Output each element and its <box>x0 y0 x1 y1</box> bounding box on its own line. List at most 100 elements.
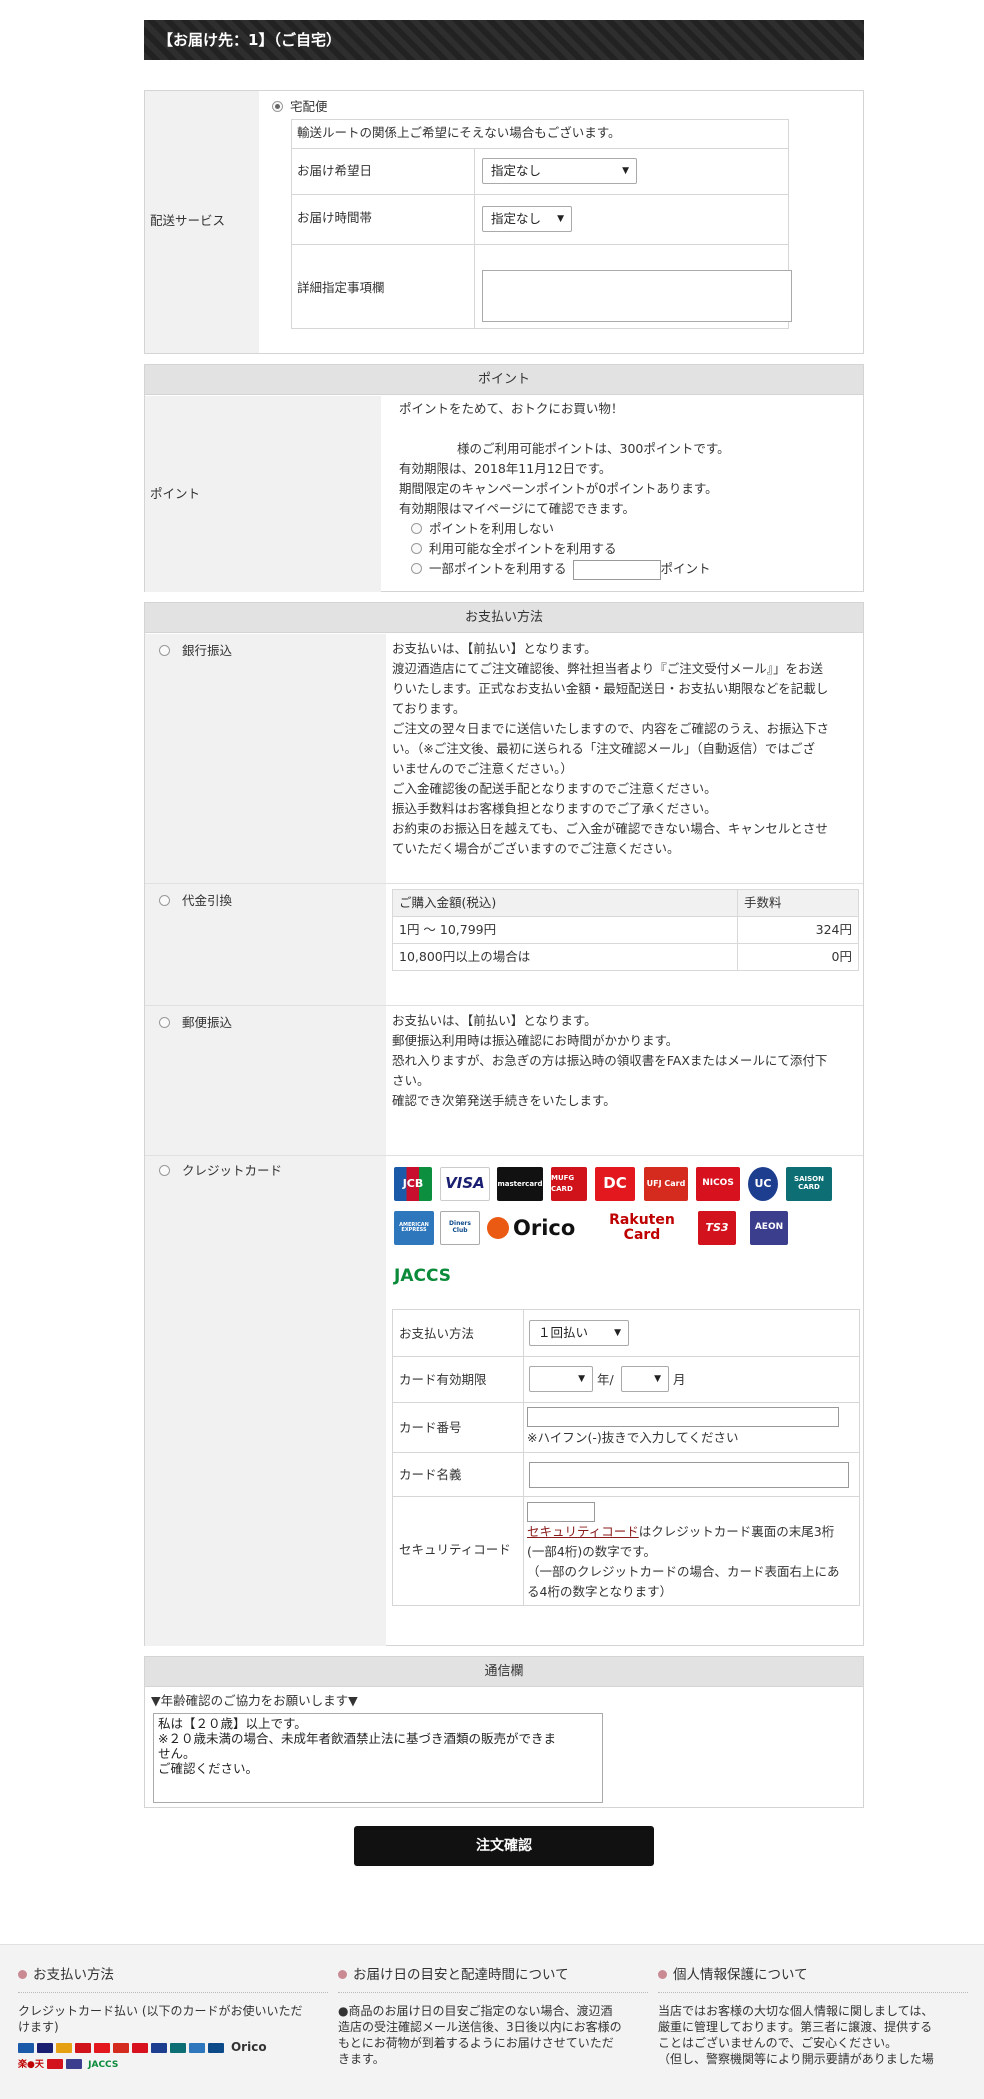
footer-delivery: お届け日の目安と配達時間について ●商品のお届け日の目安ご指定のない場合、渡辺酒… <box>338 1965 648 2068</box>
card-number-note: ※ハイフン(-)抜きで入力してください <box>527 1430 739 1445</box>
point-header: ポイント <box>145 365 863 395</box>
shipping-radio[interactable] <box>272 101 283 112</box>
orico-logo: Orico <box>487 1211 587 1245</box>
radio-credit[interactable] <box>159 1165 170 1176</box>
delivery-date-select[interactable]: 指定なし ▼ <box>482 158 637 184</box>
footer-privacy-title[interactable]: 個人情報保護について <box>673 1967 808 1983</box>
cod-option[interactable]: 代金引換 <box>159 891 232 910</box>
cod-row-fee: 324円 <box>737 916 859 944</box>
radio-none[interactable] <box>411 523 422 534</box>
cod-row-range: 1円 ～ 10,799円 <box>392 916 738 944</box>
radio-postal[interactable] <box>159 1017 170 1028</box>
footer-delivery-title[interactable]: お届け日の目安と配達時間について <box>353 1967 569 1983</box>
cod-row-range: 10,800円以上の場合は <box>392 943 738 971</box>
cod-fee-table: ご購入金額(税込) 手数料 1円 ～ 10,799円 324円 10,800円以上の… <box>392 889 859 971</box>
card-expiry-label: カード有効期限 <box>399 1372 487 1387</box>
footer-rakuten-logo: 楽●天 <box>18 2059 44 2070</box>
point-line3: 有効期限は、2018年11月12日です。 <box>399 461 612 476</box>
security-code-input[interactable] <box>527 1502 595 1522</box>
card-logos: JCB VISA mastercard MUFG CARD DC UFJ Car… <box>394 1167 864 1293</box>
shipping-label: 配送サービス <box>150 213 226 228</box>
cod-row-fee: 0円 <box>737 943 859 971</box>
postal-option[interactable]: 郵便振込 <box>159 1013 232 1032</box>
credit-option[interactable]: クレジットカード <box>159 1161 282 1180</box>
radio-all[interactable] <box>411 543 422 554</box>
jaccs-logo: JACCS <box>394 1259 468 1293</box>
footer-card-logos-row2: 楽●天 JACCS <box>18 2059 328 2073</box>
point-amount-input[interactable] <box>572 559 661 580</box>
radio-bank[interactable] <box>159 645 170 656</box>
footer-payment-title[interactable]: お支払い方法 <box>33 1967 114 1983</box>
point-line2: 様のご利用可能ポイントは、300ポイントです。 <box>457 441 730 456</box>
age-note: ▼年齢確認のご協力をお願いします▼ <box>151 1693 358 1708</box>
card-method-label: お支払い方法 <box>399 1326 475 1341</box>
chevron-down-icon: ▼ <box>622 166 629 176</box>
payment-header: お支払い方法 <box>145 603 863 633</box>
point-box: ポイント ポイント ポイントをためて、おトクにお買い物！ 様のご利用可能ポイント… <box>144 364 864 592</box>
rakuten-logo: Rakuten Card <box>596 1209 688 1247</box>
shipping-option[interactable]: 宅配便 <box>272 97 328 116</box>
footer-delivery-text: ●商品のお届け日の目安ご指定のない場合、渡辺酒 造店の受注確認メール送信後、3日後… <box>338 2003 622 2067</box>
shipping-option-label: 宅配便 <box>290 99 328 114</box>
credit-form-table: お支払い方法 １回払い ▼ カード有効期限 ▼ 年/ ▼ 月 カード番号 ※ハイフ… <box>392 1309 860 1606</box>
security-text: （一部のクレジットカードの場合、カード表面右上にあ <box>527 1564 840 1579</box>
point-option-all[interactable]: 利用可能な全ポイントを利用する <box>399 539 730 559</box>
detail-textarea[interactable] <box>482 270 792 322</box>
footer-card-logos: Orico <box>18 2037 328 2057</box>
point-label: ポイント <box>150 486 201 501</box>
shipping-box: 配送サービス 宅配便 輸送ルートの関係上ご希望にそえない場合もございます。 お届… <box>144 90 864 354</box>
point-option-part[interactable]: 一部ポイントを利用する ポイント <box>399 559 730 580</box>
chevron-down-icon: ▼ <box>578 1374 585 1384</box>
shipping-inner-table: 輸送ルートの関係上ご希望にそえない場合もございます。 お届け希望日 指定なし ▼ … <box>291 119 792 329</box>
footer: お支払い方法 クレジットカード払い (以下のカードがお使いいただ けます) Ori… <box>0 1944 984 2099</box>
bullet-icon <box>18 1970 27 1979</box>
footer-privacy: 個人情報保護について 当店ではお客様の大切な個人情報に関しましては、 厳重に管理し… <box>658 1965 968 2068</box>
card-name-label: カード名義 <box>399 1467 462 1482</box>
payment-box: お支払い方法 銀行振込 お支払いは、【前払い】となります。 渡辺酒造店にてご注文確… <box>144 602 864 1646</box>
mastercard-logo: mastercard <box>497 1167 543 1201</box>
card-name-input[interactable] <box>529 1462 849 1488</box>
expiry-month-unit: 月 <box>673 1372 686 1387</box>
point-line5: 有効期限はマイページにて確認できます。 <box>399 501 636 516</box>
card-expiry-year-select[interactable]: ▼ <box>529 1366 593 1392</box>
footer-privacy-text: 当店ではお客様の大切な個人情報に関しましては、 厳重に管理しております。第三者に譲… <box>658 2003 934 2067</box>
bullet-icon <box>338 1970 347 1979</box>
jcb-logo: JCB <box>394 1167 432 1201</box>
nicos-logo: NICOS <box>696 1167 740 1201</box>
security-text: る4桁の数字となります） <box>527 1584 673 1599</box>
postal-description: お支払いは、【前払い】となります。 郵便振込利用時は振込確認にお時間がかかります。… <box>392 1013 828 1108</box>
expiry-year-unit: 年/ <box>597 1372 614 1387</box>
orico-mark-icon <box>487 1217 509 1239</box>
point-option-none[interactable]: ポイントを利用しない <box>399 519 730 539</box>
mufg-logo: MUFG CARD <box>551 1167 587 1201</box>
order-confirm-button[interactable]: 注文確認 <box>354 1826 654 1866</box>
bank-option[interactable]: 銀行振込 <box>159 641 232 660</box>
card-number-input[interactable] <box>527 1407 839 1427</box>
footer-payment: お支払い方法 クレジットカード払い (以下のカードがお使いいただ けます) Ori… <box>18 1965 328 2073</box>
shipping-label-cell: 配送サービス <box>145 91 259 353</box>
diners-logo: Diners Club <box>440 1211 480 1245</box>
security-code-label: セキュリティコード <box>399 1542 511 1557</box>
footer-payment-text: クレジットカード払い (以下のカードがお使いいただ けます) <box>18 2003 303 2035</box>
uc-logo: UC <box>748 1167 778 1201</box>
cod-col-fee: 手数料 <box>737 889 859 917</box>
message-box: 通信欄 ▼年齢確認のご協力をお願いします▼ 私は【２０歳】以上です。 ※２０歳未満… <box>144 1656 864 1808</box>
chevron-down-icon: ▼ <box>654 1374 661 1384</box>
visa-logo: VISA <box>440 1167 490 1201</box>
card-method-select[interactable]: １回払い ▼ <box>529 1320 629 1346</box>
card-expiry-month-select[interactable]: ▼ <box>621 1366 669 1392</box>
chevron-down-icon: ▼ <box>614 1328 621 1338</box>
dc-logo: DC <box>595 1167 635 1201</box>
ts3-logo: TS3 <box>698 1211 736 1245</box>
radio-part[interactable] <box>411 563 422 574</box>
delivery-time-select[interactable]: 指定なし ▼ <box>482 206 572 232</box>
card-number-label: カード番号 <box>399 1420 462 1435</box>
aeon-logo: AEON <box>750 1211 788 1245</box>
security-text: はクレジットカード裏面の末尾3桁 <box>638 1524 835 1539</box>
radio-cod[interactable] <box>159 895 170 906</box>
detail-label: 詳細指定事項欄 <box>297 280 385 295</box>
bullet-icon <box>658 1970 667 1979</box>
security-code-link[interactable]: セキュリティコード <box>527 1524 639 1539</box>
cod-col-amount: ご購入金額(税込) <box>392 889 738 917</box>
message-textarea[interactable]: 私は【２０歳】以上です。 ※２０歳未満の場合、未成年者飲酒禁止法に基づき酒類の販売… <box>153 1713 603 1803</box>
